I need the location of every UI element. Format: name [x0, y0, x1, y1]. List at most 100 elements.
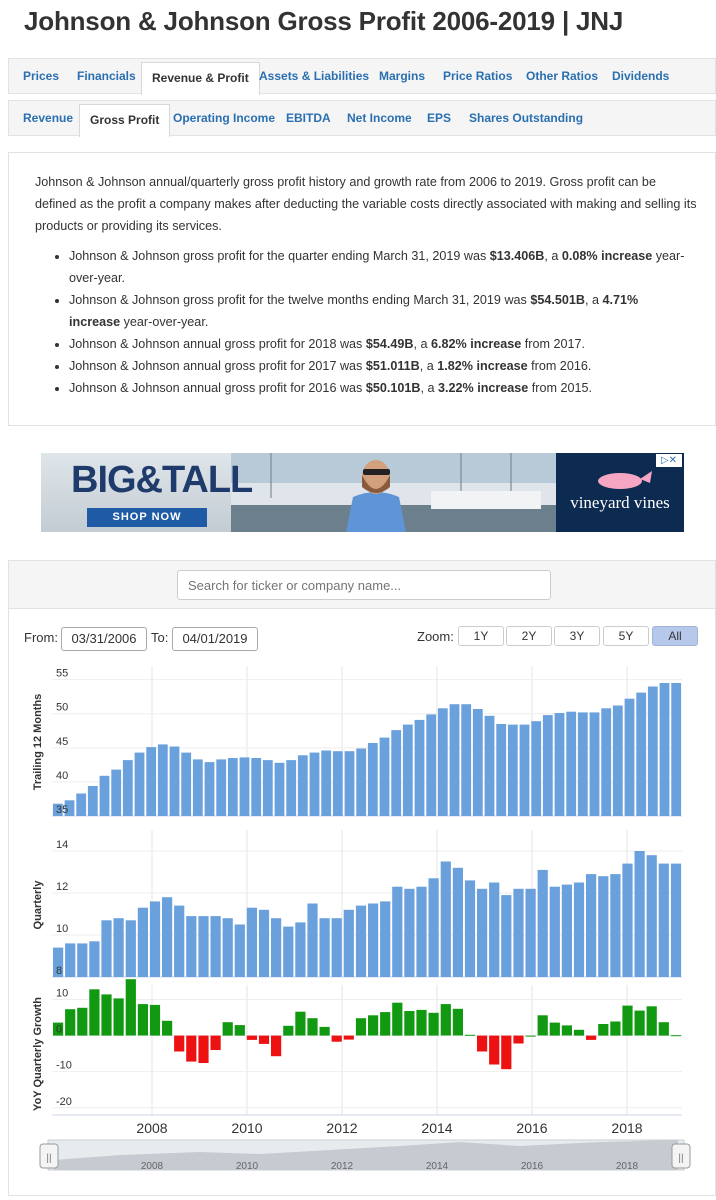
growth-bar[interactable] — [283, 1025, 294, 1036]
t12-bar[interactable] — [204, 762, 215, 816]
t12-bar[interactable] — [496, 724, 507, 816]
quarterly-bar[interactable] — [513, 888, 524, 977]
quarterly-bar[interactable] — [610, 874, 621, 977]
growth-bar[interactable] — [113, 998, 124, 1036]
growth-bar[interactable] — [610, 1021, 621, 1036]
t12-bar[interactable] — [671, 683, 682, 816]
quarterly-bar[interactable] — [113, 918, 124, 977]
quarterly-bar[interactable] — [65, 943, 76, 977]
quarterly-bar[interactable] — [622, 863, 633, 977]
quarterly-bar[interactable] — [489, 882, 500, 978]
t12-bar[interactable] — [624, 698, 635, 816]
quarterly-bar[interactable] — [295, 922, 306, 977]
growth-bar[interactable] — [174, 1035, 185, 1052]
quarterly-bar[interactable] — [501, 895, 512, 977]
growth-bar[interactable] — [331, 1035, 342, 1042]
growth-bar[interactable] — [307, 1018, 318, 1036]
quarterly-bar[interactable] — [355, 905, 367, 977]
quarterly-bar[interactable] — [149, 901, 161, 977]
quarterly-bar[interactable] — [210, 916, 221, 977]
growth-bar[interactable] — [258, 1035, 270, 1044]
quarterly-bar[interactable] — [246, 907, 257, 977]
growth-bar[interactable] — [464, 1034, 476, 1036]
quarterly-bar[interactable] — [186, 916, 197, 977]
quarterly-bar[interactable] — [174, 905, 185, 977]
quarterly-bar[interactable] — [586, 874, 597, 977]
quarterly-bar[interactable] — [646, 855, 657, 977]
growth-bar[interactable] — [89, 989, 100, 1036]
quarterly-bar[interactable] — [234, 924, 245, 978]
t12-bar[interactable] — [449, 704, 460, 816]
t12-bar[interactable] — [239, 757, 250, 816]
quarterly-bar[interactable] — [658, 863, 669, 977]
growth-bar[interactable] — [658, 1022, 669, 1036]
growth-bar[interactable] — [198, 1035, 209, 1063]
growth-bar[interactable] — [368, 1015, 379, 1036]
t12-bar[interactable] — [192, 759, 203, 816]
t12-bar[interactable] — [566, 711, 577, 816]
quarterly-bar[interactable] — [416, 886, 427, 977]
growth-bar[interactable] — [355, 1018, 367, 1036]
growth-bar[interactable] — [222, 1022, 233, 1036]
t12-bar[interactable] — [356, 748, 367, 817]
growth-bar[interactable] — [416, 1009, 427, 1036]
quarterly-bar[interactable] — [549, 886, 560, 977]
t12-bar[interactable] — [647, 686, 658, 817]
t12-bar[interactable] — [414, 719, 425, 816]
t12-bar[interactable] — [76, 793, 87, 817]
growth-bar[interactable] — [537, 1015, 548, 1036]
t12-bar[interactable] — [367, 743, 378, 816]
t12-bar[interactable] — [227, 758, 238, 816]
t12-bar[interactable] — [309, 752, 320, 816]
t12-bar[interactable] — [612, 705, 623, 817]
t12-bar[interactable] — [437, 708, 448, 816]
growth-bar[interactable] — [622, 1005, 633, 1036]
t12-bar[interactable] — [426, 714, 437, 816]
t12-bar[interactable] — [157, 744, 168, 816]
t12-bar[interactable] — [589, 712, 600, 816]
growth-bar[interactable] — [598, 1024, 609, 1036]
t12-bar[interactable] — [87, 786, 98, 816]
t12-bar[interactable] — [461, 704, 472, 816]
growth-bar[interactable] — [477, 1035, 488, 1052]
growth-bar[interactable] — [428, 1012, 439, 1036]
gross-profit-chart[interactable]: Trailing 12 Months Quarterly YoY Quarter… — [0, 0, 716, 1200]
t12-bar[interactable] — [542, 715, 553, 816]
t12-bar[interactable] — [484, 715, 495, 816]
t12-bar[interactable] — [251, 758, 262, 816]
growth-bar[interactable] — [186, 1035, 197, 1062]
growth-bar[interactable] — [271, 1035, 282, 1057]
quarterly-bar[interactable] — [222, 918, 233, 977]
growth-bar[interactable] — [489, 1035, 500, 1065]
growth-bar[interactable] — [234, 1025, 245, 1036]
quarterly-bar[interactable] — [101, 920, 112, 977]
growth-bar[interactable] — [319, 1026, 330, 1036]
growth-bar[interactable] — [125, 979, 136, 1036]
growth-bar[interactable] — [513, 1035, 524, 1044]
growth-bar[interactable] — [246, 1035, 257, 1040]
quarterly-bar[interactable] — [319, 918, 330, 977]
growth-bar[interactable] — [295, 1011, 306, 1036]
growth-bar[interactable] — [561, 1025, 572, 1036]
growth-bar[interactable] — [101, 994, 112, 1036]
quarterly-bar[interactable] — [89, 941, 100, 977]
t12-bar[interactable] — [286, 760, 297, 816]
t12-bar[interactable] — [659, 683, 670, 816]
growth-bar[interactable] — [149, 1004, 161, 1036]
quarterly-bar[interactable] — [392, 886, 403, 977]
quarterly-bar[interactable] — [380, 901, 391, 977]
t12-bar[interactable] — [146, 747, 157, 816]
t12-bar[interactable] — [99, 775, 110, 816]
quarterly-bar[interactable] — [331, 918, 342, 977]
quarterly-bar[interactable] — [598, 876, 609, 977]
t12-bar[interactable] — [391, 730, 402, 816]
t12-bar[interactable] — [122, 760, 133, 816]
growth-bar[interactable] — [452, 1008, 463, 1036]
t12-bar[interactable] — [111, 769, 122, 816]
quarterly-bar[interactable] — [137, 907, 148, 977]
growth-bar[interactable] — [77, 1007, 88, 1036]
quarterly-bar[interactable] — [77, 943, 88, 977]
quarterly-bar[interactable] — [464, 880, 476, 977]
growth-bar[interactable] — [392, 1002, 403, 1036]
t12-bar[interactable] — [134, 752, 145, 816]
